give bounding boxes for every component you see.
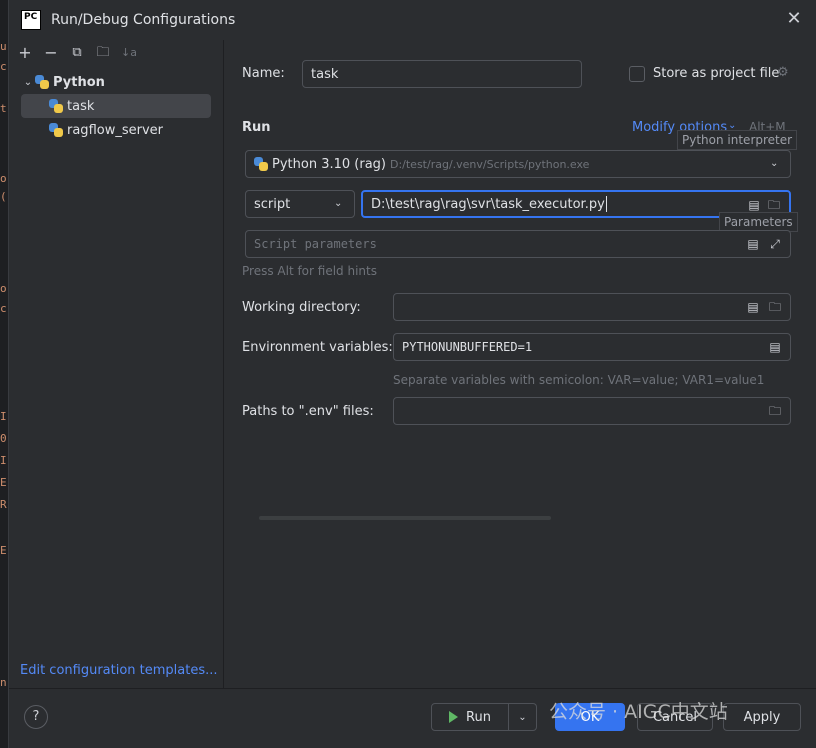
script-parameters-input[interactable]: Script parameters ▤ ⤢ [245, 230, 791, 258]
new-folder-icon[interactable]: 🗀 [93, 43, 113, 63]
folder-icon[interactable]: 🗀 [767, 198, 781, 212]
chevron-down-icon[interactable]: ⌄ [334, 199, 344, 209]
expand-text-icon[interactable]: ▤ [746, 237, 760, 251]
expand-icon[interactable]: ⤢ [768, 237, 782, 251]
dialog-footer: ? Run ⌄ OK Cancel Apply 公众号 · AIGC中文站 [9, 688, 816, 748]
tree-item-ragflow-server[interactable]: ragflow_server [21, 118, 211, 142]
interpreter-name: Python 3.10 (rag) [272, 156, 386, 172]
chevron-down-icon[interactable]: ⌄ [21, 77, 35, 88]
folder-icon[interactable]: 🗀 [768, 300, 782, 314]
script-path-value: D:\test\rag\rag\svr\task_executor.py [371, 196, 605, 212]
run-icon [449, 711, 459, 723]
name-input[interactable]: task [302, 60, 582, 88]
parameters-tooltip: Parameters [719, 212, 798, 232]
configurations-panel: + − ⧉ 🗀 ↓a ⌄ Python task ragflow_server … [9, 40, 224, 688]
store-as-project-label: Store as project file [653, 66, 780, 81]
environment-variables-value: PYTHONUNBUFFERED=1 [402, 340, 533, 354]
tree-label: task [67, 98, 95, 114]
environment-variables-input[interactable]: PYTHONUNBUFFERED=1 ▤ [393, 333, 791, 361]
script-mode-value: script [254, 196, 291, 212]
dialog-title: Run/Debug Configurations [51, 12, 236, 28]
python-icon [49, 99, 63, 113]
store-as-project-checkbox[interactable] [629, 66, 645, 82]
horizontal-scrollbar[interactable] [259, 516, 551, 520]
configurations-toolbar: + − ⧉ 🗀 ↓a [9, 40, 223, 66]
title-bar: PC Run/Debug Configurations ✕ [9, 0, 816, 40]
run-options-dropdown[interactable]: ⌄ [509, 703, 537, 731]
apply-button[interactable]: Apply [723, 703, 801, 731]
environment-variables-hint: Separate variables with semicolon: VAR=v… [393, 373, 765, 387]
copy-icon[interactable]: ⧉ [67, 43, 87, 63]
edit-variables-icon[interactable]: ▤ [768, 340, 782, 354]
folder-icon[interactable]: 🗀 [768, 404, 782, 418]
chevron-down-icon[interactable]: ⌄ [770, 159, 780, 169]
name-label: Name: [242, 66, 285, 81]
run-section-title: Run [242, 120, 271, 135]
tree-label: Python [53, 74, 105, 90]
expand-text-icon[interactable]: ▤ [747, 198, 761, 212]
add-icon[interactable]: + [15, 43, 35, 63]
sort-icon[interactable]: ↓a [119, 43, 139, 63]
configurations-tree: ⌄ Python task ragflow_server [9, 70, 223, 142]
edit-templates-link[interactable]: Edit configuration templates... [20, 663, 218, 678]
environment-variables-label: Environment variables: [242, 340, 393, 355]
script-parameters-placeholder: Script parameters [254, 237, 377, 251]
close-icon[interactable]: ✕ [785, 10, 803, 28]
python-icon [35, 75, 49, 89]
watermark-text: 公众号 · AIGC中文站 [549, 701, 728, 723]
env-files-input[interactable]: 🗀 [393, 397, 791, 425]
configuration-form: Name: task Store as project file ⚙ Run M… [225, 40, 816, 688]
run-button[interactable]: Run [431, 703, 509, 731]
settings-gear-icon[interactable]: ⚙ [777, 65, 789, 80]
remove-icon[interactable]: − [41, 43, 61, 63]
interpreter-select[interactable]: Python 3.10 (rag) D:/test/rag/.venv/Scri… [245, 150, 791, 178]
tree-item-task[interactable]: task [21, 94, 211, 118]
expand-text-icon[interactable]: ▤ [746, 300, 760, 314]
pycharm-logo-icon: PC [21, 10, 41, 30]
working-directory-input[interactable]: ▤ 🗀 [393, 293, 791, 321]
env-files-label: Paths to ".env" files: [242, 404, 374, 419]
name-value: task [311, 66, 339, 82]
run-debug-dialog: PC Run/Debug Configurations ✕ + − ⧉ 🗀 ↓a… [8, 0, 816, 748]
tree-group-python[interactable]: ⌄ Python [21, 70, 211, 94]
run-label: Run [466, 709, 491, 725]
text-cursor [605, 196, 607, 212]
interpreter-tooltip: Python interpreter [677, 130, 798, 150]
working-directory-label: Working directory: [242, 300, 361, 315]
field-hints-text: Press Alt for field hints [242, 264, 377, 278]
python-icon [254, 157, 268, 171]
background-ide-edge: uct o(o cI0 IER En [0, 0, 8, 748]
python-icon [49, 123, 63, 137]
interpreter-path: D:/test/rag/.venv/Scripts/python.exe [389, 157, 590, 171]
help-button[interactable]: ? [24, 705, 48, 729]
script-mode-select[interactable]: script ⌄ [245, 190, 355, 218]
tree-label: ragflow_server [67, 122, 163, 138]
